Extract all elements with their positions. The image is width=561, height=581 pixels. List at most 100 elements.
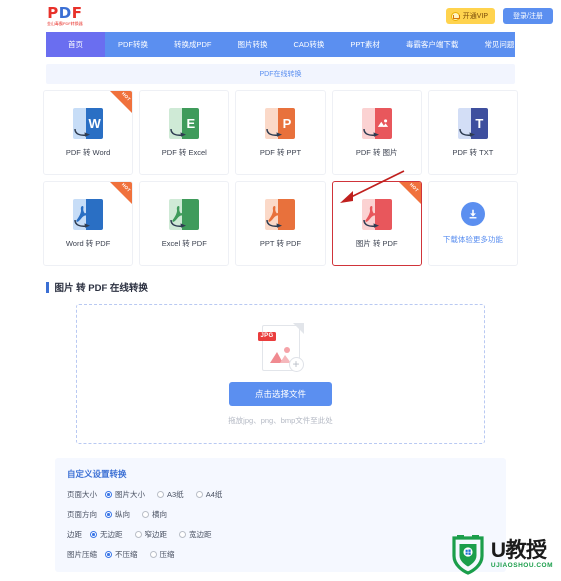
convert-card-label: Word 转 PDF — [65, 238, 111, 248]
radio-option[interactable]: 宽边距 — [179, 529, 212, 540]
image-file-icon — [361, 107, 392, 139]
radio-button[interactable] — [149, 551, 157, 558]
banner-label: PDF在线转换 — [259, 71, 302, 78]
convert-arrow-icon — [74, 215, 91, 228]
logo-letter-p: P — [47, 3, 59, 22]
convert-card-label: PDF 转 图片 — [355, 147, 398, 157]
site-logo[interactable]: PDF 金山毒霸PDF转换器 — [46, 3, 84, 27]
pdf-from-ppt-icon — [265, 198, 296, 230]
radio-option[interactable]: 无边距 — [90, 529, 123, 540]
radio-option[interactable]: A4纸 — [195, 489, 223, 500]
radio-button[interactable] — [142, 511, 149, 518]
radio-button[interactable] — [179, 531, 186, 538]
convert-arrow-icon — [170, 215, 187, 228]
open-vip-button[interactable]: 开通VIP — [445, 8, 496, 24]
nav-item-1[interactable]: PDF转换 — [105, 32, 161, 57]
radio-button[interactable] — [105, 511, 112, 518]
convert-arrow-icon — [362, 215, 380, 228]
radio-button[interactable] — [134, 531, 142, 538]
convert-card[interactable]: P PDF 转 PPT — [235, 90, 326, 175]
pdf-from-word-icon — [73, 198, 104, 230]
convert-card[interactable]: Word 转 PDF HOT — [43, 181, 134, 266]
nav-item-label: 转换成PDF — [174, 40, 212, 49]
convert-card[interactable]: PDF 转 图片 — [331, 90, 422, 175]
download-client-card[interactable]: 下载体验更多功能 — [427, 181, 518, 266]
main-navigation: 首页 PDF转换 转换成PDF 图片转换 CAD转换 PPT素材 毒霸客户端下载 常见问题 — [46, 32, 515, 57]
convert-arrow-icon — [459, 124, 476, 137]
setting-row-label: 图片压缩 — [67, 550, 97, 559]
nav-item-label: PDF转换 — [118, 40, 148, 49]
convert-card-label: PDF 转 Excel — [161, 147, 207, 157]
radio-option-label: A4纸 — [205, 490, 223, 499]
online-convert-banner: PDF在线转换 — [46, 64, 515, 84]
nav-item-label: CAD转换 — [293, 40, 325, 49]
radio-option[interactable]: 图片大小 — [105, 489, 145, 500]
download-client-label: 下载体验更多功能 — [442, 235, 503, 244]
radio-option[interactable]: 压缩 — [149, 549, 175, 560]
radio-option-label: 压缩 — [159, 550, 175, 559]
radio-button[interactable] — [157, 491, 164, 498]
nav-item-0[interactable]: 首页 — [46, 32, 105, 57]
section-title-text: 图片 转 PDF 在线转换 — [54, 283, 148, 294]
convert-card[interactable]: PPT 转 PDF — [235, 181, 326, 266]
nav-item-5[interactable]: PPT素材 — [337, 32, 393, 57]
convert-card-label: PDF 转 Word — [65, 147, 111, 157]
select-file-label: 点击选择文件 — [254, 388, 306, 399]
convert-arrow-icon — [266, 215, 283, 228]
convert-card[interactable]: Excel 转 PDF — [139, 181, 230, 266]
radio-button[interactable] — [90, 531, 97, 538]
custom-settings-panel: 自定义设置转换 页面大小 图片大小 A3纸 A4纸 页面方向 纵向 横向 边距 无边距 窄边距 宽边… — [55, 458, 506, 572]
add-file-plus-icon[interactable]: + — [288, 356, 304, 372]
convert-arrow-icon — [266, 124, 283, 137]
nav-item-7[interactable]: 常见问题 — [471, 32, 527, 57]
download-icon — [460, 202, 485, 226]
setting-row-1: 页面方向 纵向 横向 — [67, 509, 494, 520]
convert-arrow-icon — [170, 124, 187, 137]
convert-card-label: PDF 转 TXT — [452, 147, 494, 157]
login-register-button[interactable]: 登录/注册 — [503, 8, 553, 24]
nav-item-3[interactable]: 图片转换 — [225, 32, 281, 57]
nav-item-6[interactable]: 毒霸客户端下载 — [393, 32, 472, 57]
header-actions: 开通VIP 登录/注册 — [445, 8, 553, 24]
watermark-domain: UJIAOSHOU.COM — [490, 562, 553, 570]
pdf-from-excel-icon — [169, 198, 200, 230]
radio-option[interactable]: 窄边距 — [134, 529, 168, 540]
select-file-button[interactable]: 点击选择文件 — [228, 381, 332, 406]
nav-item-label: 常见问题 — [484, 40, 515, 49]
nav-item-4[interactable]: CAD转换 — [281, 32, 338, 57]
watermark-main: U教授 — [490, 539, 547, 563]
ppt-file-icon: P — [265, 107, 296, 139]
radio-button[interactable] — [195, 491, 203, 498]
radio-option[interactable]: 不压缩 — [105, 549, 138, 560]
radio-option[interactable]: A3纸 — [157, 489, 184, 500]
radio-option-label: 图片大小 — [115, 490, 145, 499]
radio-option-label: 不压缩 — [115, 550, 138, 559]
dropzone-hint: 拖放jpg、png、bmp文件至此处 — [228, 415, 333, 425]
radio-option[interactable]: 纵向 — [105, 509, 130, 520]
login-register-label: 登录/注册 — [513, 13, 543, 20]
file-dropzone[interactable]: JPG + 点击选择文件 拖放jpg、png、bmp文件至此处 — [76, 304, 485, 444]
radio-option[interactable]: 横向 — [142, 509, 167, 520]
setting-row-label: 页面大小 — [67, 490, 97, 499]
convert-arrow-icon — [362, 124, 380, 137]
shield-logo-icon — [452, 535, 484, 575]
nav-item-2[interactable]: 转换成PDF — [161, 32, 225, 57]
setting-row-2: 边距 无边距 窄边距 宽边距 — [67, 529, 494, 540]
convert-arrow-icon — [74, 124, 91, 137]
radio-option-label: 窄边距 — [144, 530, 168, 539]
radio-option-label: 横向 — [152, 510, 167, 519]
convert-card-label: 图片 转 PDF — [355, 238, 398, 248]
crown-icon — [450, 11, 461, 21]
radio-button[interactable] — [105, 491, 112, 498]
nav-item-label: PPT素材 — [350, 40, 380, 49]
open-vip-label: 开通VIP — [462, 13, 489, 20]
convert-card[interactable]: T PDF 转 TXT — [427, 90, 518, 175]
convert-card[interactable]: 图片 转 PDF HOT — [331, 181, 422, 266]
logo-letter-d: D — [58, 3, 72, 22]
word-file-icon: W — [73, 107, 104, 139]
file-corner-fold — [292, 322, 304, 334]
radio-button[interactable] — [105, 551, 112, 558]
settings-title: 自定义设置转换 — [67, 469, 127, 479]
convert-card[interactable]: W PDF 转 Word HOT — [43, 90, 134, 175]
convert-card[interactable]: E PDF 转 Excel — [139, 90, 230, 175]
